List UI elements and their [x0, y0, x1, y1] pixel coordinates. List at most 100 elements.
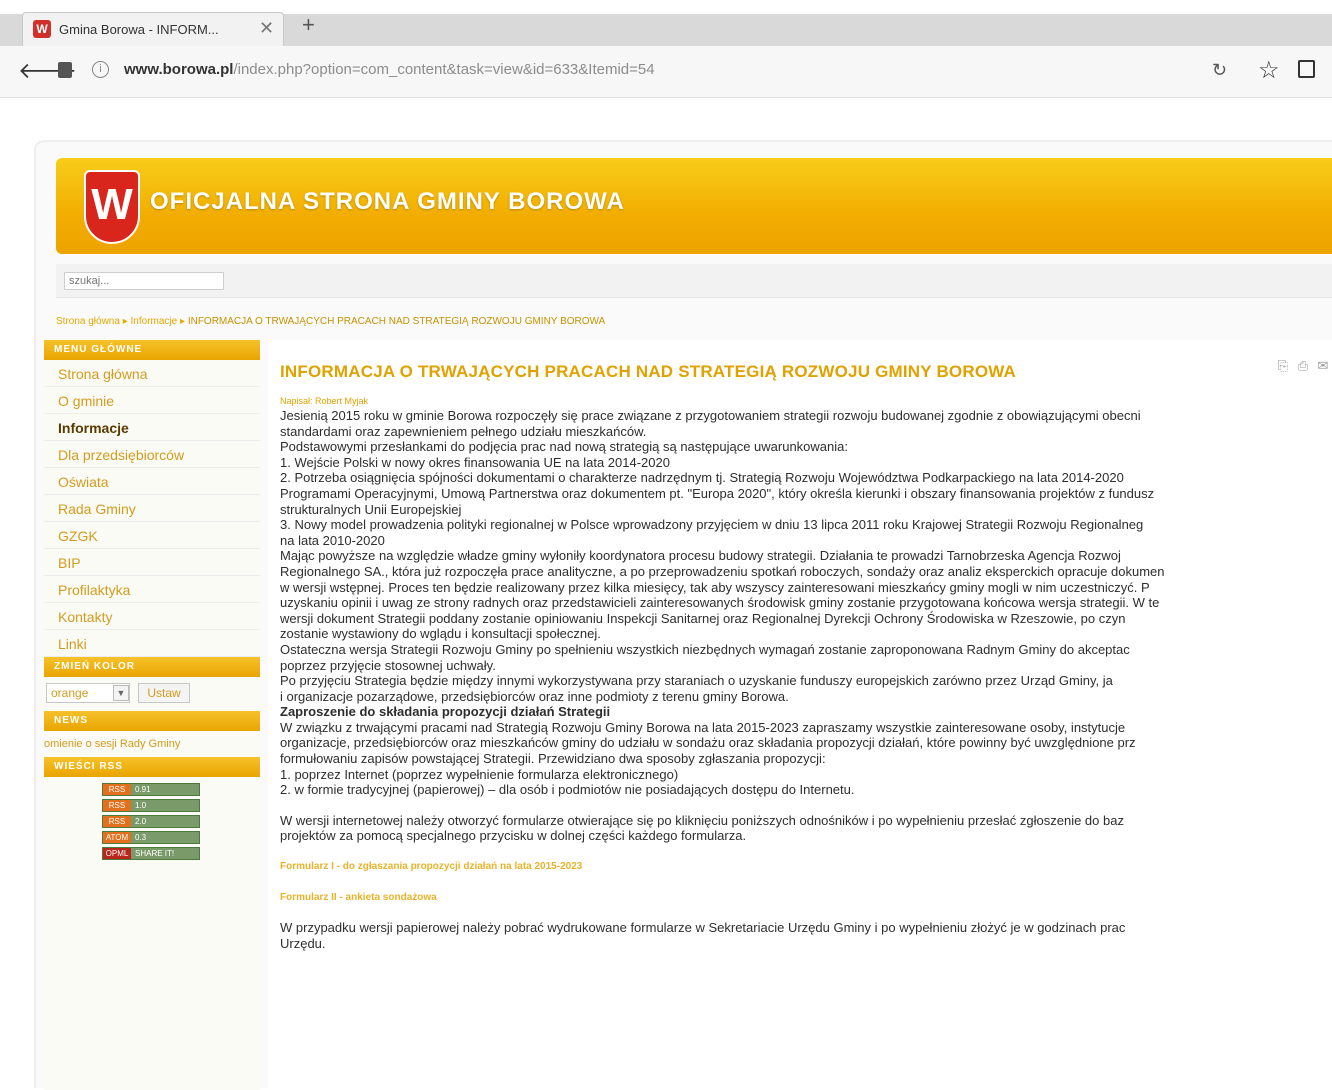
breadcrumb-home[interactable]: Strona główna: [56, 316, 120, 327]
rss-10-badge[interactable]: RSS 1.0: [102, 799, 200, 812]
print-icon[interactable]: ⎙: [1294, 358, 1312, 376]
sidebar-item-linki[interactable]: Linki: [44, 630, 260, 657]
article-line: i organizacje pozarządowe, przedsiębiorc…: [280, 688, 789, 704]
sidebar-item-dla-przedsiebiorcow[interactable]: Dla przedsiębiorców: [44, 441, 260, 468]
browser-navbar: 🡐 i www.borowa.pl/index.php?option=com_c…: [0, 46, 1332, 98]
rss-20-badge[interactable]: RSS 2.0: [102, 815, 200, 828]
article-line: Regionalnego SA., która już rozpoczęła p…: [280, 563, 1165, 579]
article-line: na lata 2010-2020: [280, 532, 385, 548]
browser-tab-bar: W Gmina Borowa - INFORM... ✕ +: [0, 0, 1332, 46]
article-line: 1. poprzez Internet (poprzez wypełnienie…: [280, 766, 679, 782]
news-link[interactable]: omienie o sesji Rady Gminy: [44, 731, 260, 757]
color-select-value: orange: [51, 686, 89, 700]
sidebar-item-informacje[interactable]: Informacje: [44, 414, 260, 441]
sidebar: MENU GŁÓWNE Strona główna O gminie Infor…: [44, 340, 260, 1090]
menu-heading: MENU GŁÓWNE: [44, 340, 260, 360]
browser-tab[interactable]: W Gmina Borowa - INFORM... ✕: [22, 12, 284, 46]
site-title: OFICJALNA STRONA GMINY BOROWA: [150, 188, 625, 215]
reader-icon[interactable]: [1298, 60, 1315, 78]
article-line: Urzędu.: [280, 935, 326, 951]
article-line: w wersji wstępnej. Proces ten będzie rea…: [280, 579, 1150, 595]
opml-badge[interactable]: OPML SHARE IT!: [102, 847, 200, 860]
article-line: 3. Nowy model prowadzenia polityki regio…: [280, 517, 1144, 533]
article-line: Mając powyższe na względzie władze gminy…: [280, 548, 1121, 564]
rss-badge-label: ATOM: [103, 832, 131, 843]
rss-badge-label: RSS: [103, 816, 131, 827]
close-icon[interactable]: ✕: [259, 18, 274, 39]
article-title: INFORMACJA O TRWAJĄCYCH PRACACH NAD STRA…: [280, 362, 1017, 381]
rss-badge-label: OPML: [103, 848, 131, 859]
rss-badge-label: RSS: [103, 784, 131, 795]
main-content: INFORMACJA O TRWAJĄCYCH PRACACH NAD STRA…: [268, 340, 1332, 1090]
star-icon[interactable]: ☆: [1258, 56, 1280, 85]
article-line: Po przyjęciu Strategia będzie między inn…: [280, 673, 1113, 689]
sidebar-item-rada-gminy[interactable]: Rada Gminy: [44, 495, 260, 522]
breadcrumb-section[interactable]: Informacje: [131, 316, 178, 327]
set-color-button[interactable]: Ustaw: [138, 683, 190, 703]
article-line: W związku z trwającymi pracami nad Strat…: [280, 719, 1126, 735]
article-line: W wersji internetowej należy otworzyć fo…: [280, 812, 1124, 828]
article-line: W przypadku wersji papierowej należy pob…: [280, 920, 1126, 936]
info-icon[interactable]: i: [92, 61, 109, 78]
sidebar-item-kontakty[interactable]: Kontakty: [44, 603, 260, 630]
crest-logo[interactable]: W: [84, 170, 140, 244]
url-path: /index.php?option=com_content&task=view&…: [233, 61, 655, 78]
plus-icon[interactable]: +: [302, 14, 315, 36]
form-1-link[interactable]: Formularz I - do zgłaszania propozycji d…: [280, 859, 1332, 875]
address-bar[interactable]: www.borowa.pl/index.php?option=com_conte…: [124, 61, 655, 78]
invite-heading: Zaproszenie do składania propozycji dzia…: [280, 704, 611, 720]
atom-03-badge[interactable]: ATOM 0.3: [102, 831, 200, 844]
article-line: Jesienią 2015 roku w gminie Borowa rozpo…: [280, 408, 1141, 423]
color-select[interactable]: orange ▼: [46, 683, 130, 703]
article-line: 2. Potrzeba osiągnięcia spójności dokume…: [280, 470, 1124, 486]
sidebar-item-gzgk[interactable]: GZGK: [44, 522, 260, 549]
page-icon: [58, 62, 72, 78]
rss-091-badge[interactable]: RSS 0.91: [102, 783, 200, 796]
rss-badge-version: SHARE IT!: [131, 848, 199, 859]
chevron-down-icon[interactable]: ▼: [113, 685, 129, 701]
article-line: Podstawowymi przesłankami do podjęcia pr…: [280, 439, 848, 455]
article-line: organizacje, przedsiębiorców oraz mieszk…: [280, 735, 1136, 751]
rss-badges: RSS 0.91 RSS 1.0 RSS 2.0 ATOM 0.3 OPML SHARE …: [44, 777, 260, 877]
article-line: wersji dokument Strategii poddany zostan…: [280, 610, 1126, 626]
breadcrumb: Strona główna ▸ Informacje ▸ INFORMACJA …: [56, 316, 605, 327]
document-actions: ⎘ ⎙ ✉: [1274, 358, 1332, 376]
rss-badge-version: 2.0: [131, 816, 199, 827]
article-line: poprzez przyjęcie stosownej uchwały.: [280, 657, 496, 673]
rss-heading: WIEŚCI RSS: [44, 757, 260, 777]
form-2-link[interactable]: Formularz II - ankieta sondażowa: [280, 890, 1332, 906]
sidebar-item-strona-glowna[interactable]: Strona główna: [44, 360, 260, 387]
article-line: Ostateczna wersja Strategii Rozwoju Gmin…: [280, 641, 1130, 657]
email-icon[interactable]: ✉: [1314, 358, 1332, 376]
favicon-icon: W: [33, 20, 51, 38]
color-selector: orange ▼ Ustaw: [44, 677, 260, 711]
pdf-icon[interactable]: ⎘: [1274, 358, 1292, 376]
article-line: standardami oraz zapewnieniem pełnego ud…: [280, 423, 647, 439]
article-line: uzyskaniu opinii i uwag ze strony radnyc…: [280, 595, 1160, 611]
site-banner: W OFICJALNA STRONA GMINY BOROWA: [56, 158, 1332, 254]
rss-badge-label: RSS: [103, 800, 131, 811]
article-line: projektów za pomocą specjalnego przycisk…: [280, 828, 747, 844]
article-line: Programami Operacyjnymi, Umową Partnerst…: [280, 485, 1155, 501]
reload-icon[interactable]: ↻: [1212, 60, 1227, 81]
search-input[interactable]: [64, 272, 224, 290]
breadcrumb-current: INFORMACJA O TRWAJĄCYCH PRACACH NAD STRA…: [187, 316, 606, 327]
article-line: 1. Wejście Polski w nowy okres finansowa…: [280, 454, 670, 470]
sidebar-item-o-gminie[interactable]: O gminie: [44, 387, 260, 414]
site-container: W OFICJALNA STRONA GMINY BOROWA Strona g…: [34, 140, 1332, 1090]
sidebar-item-profilaktyka[interactable]: Profilaktyka: [44, 576, 260, 603]
rss-badge-version: 0.91: [131, 784, 199, 795]
color-heading: ZMIEŃ KOLOR: [44, 657, 260, 677]
sidebar-item-bip[interactable]: BIP: [44, 549, 260, 576]
rss-badge-version: 0.3: [131, 832, 199, 843]
sidebar-item-oswiata[interactable]: Oświata: [44, 468, 260, 495]
breadcrumb-separator-icon: ▸: [122, 316, 131, 327]
article-line: strukturalnych Unii Europejskiej: [280, 501, 462, 517]
rss-badge-version: 1.0: [131, 800, 199, 811]
article-line: zostanie wystawiony do wglądu i konsulta…: [280, 626, 601, 642]
news-heading: NEWS: [44, 711, 260, 731]
